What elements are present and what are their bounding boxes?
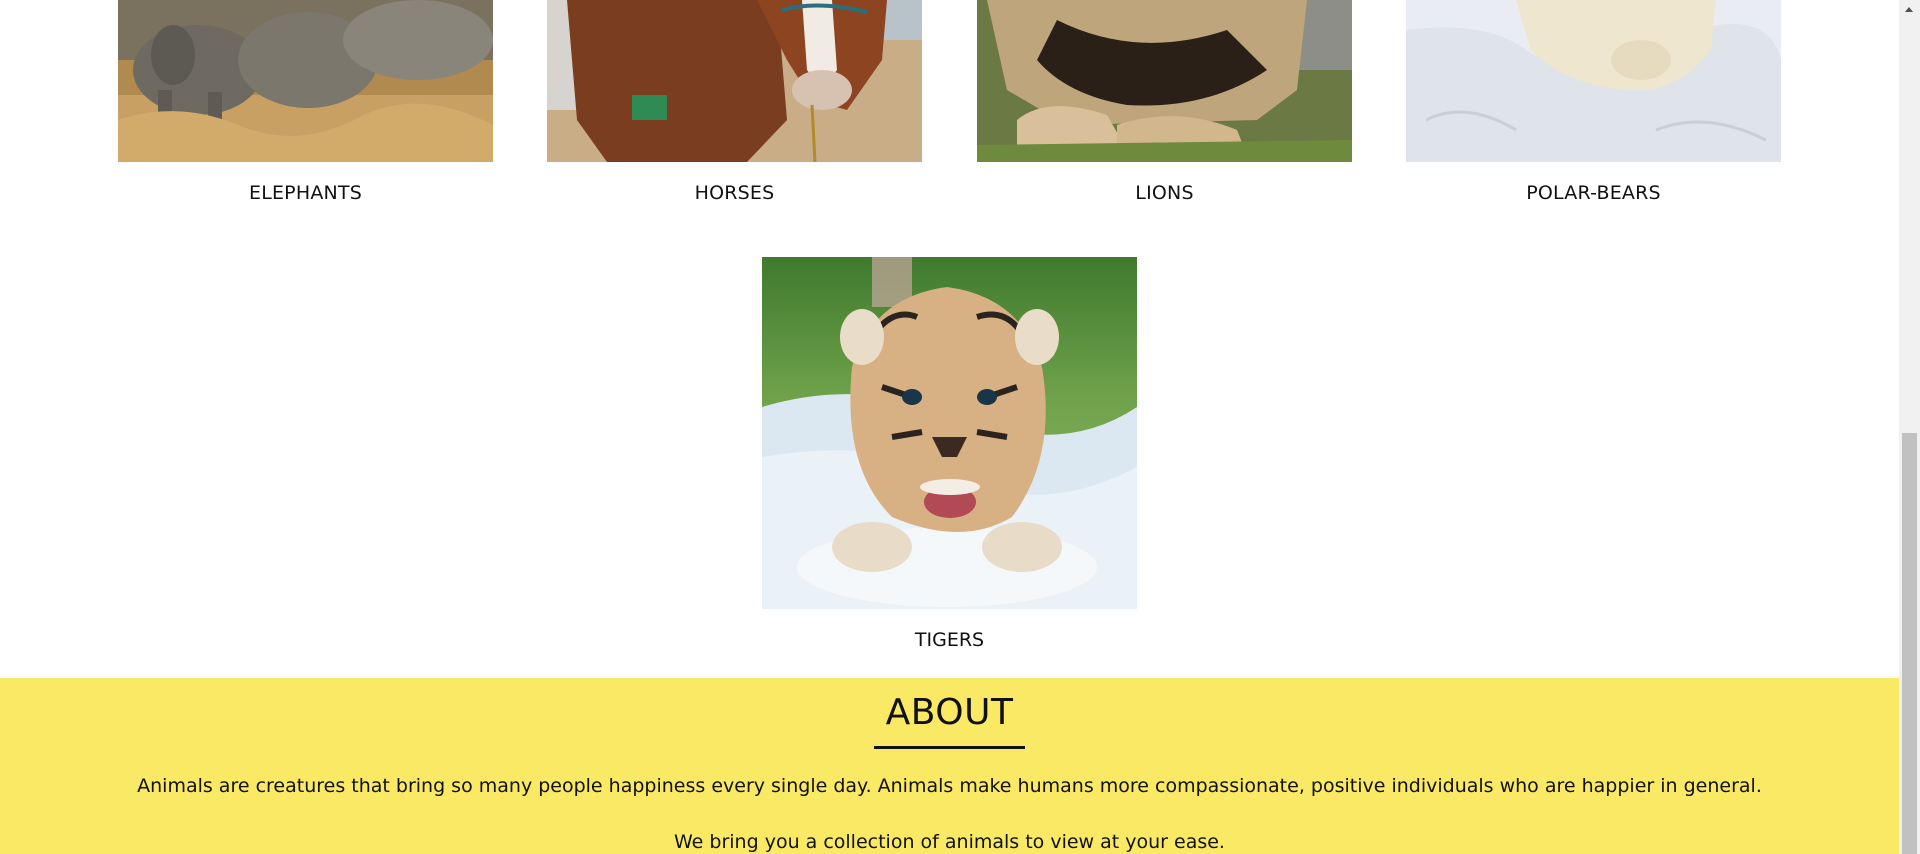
about-paragraph-2: We bring you a collection of animals to …	[674, 831, 1225, 853]
horse-photo[interactable]	[547, 0, 922, 162]
animal-label-lions[interactable]: LIONS	[977, 182, 1352, 204]
animal-label-tigers[interactable]: TIGERS	[762, 629, 1137, 651]
about-paragraph-1: Animals are creatures that bring so many…	[137, 775, 1762, 797]
animal-label-polar-bears[interactable]: POLAR-BEARS	[1406, 182, 1781, 204]
about-section: ABOUT Animals are creatures that bring s…	[0, 678, 1899, 854]
animal-card-tigers[interactable]: TIGERS	[762, 257, 1137, 651]
animal-card-polar-bears[interactable]: POLAR-BEARS	[1406, 0, 1781, 204]
animal-label-elephants[interactable]: ELEPHANTS	[118, 182, 493, 204]
about-title: ABOUT	[885, 692, 1014, 733]
animal-card-lions[interactable]: LIONS	[977, 0, 1352, 204]
animal-card-elephants[interactable]: ELEPHANTS	[118, 0, 493, 204]
animal-card-horses[interactable]: HORSES	[547, 0, 922, 204]
animal-label-horses[interactable]: HORSES	[547, 182, 922, 204]
about-title-underline	[874, 746, 1025, 749]
elephants-photo[interactable]	[118, 0, 493, 162]
vertical-scrollbar[interactable]	[1899, 0, 1920, 854]
scrollbar-thumb[interactable]	[1902, 433, 1917, 854]
polar-bear-photo[interactable]	[1406, 0, 1781, 162]
lion-photo[interactable]	[977, 0, 1352, 162]
page: ELEPHANTS HORSES LIONS POLAR-BEARS TIGER…	[0, 0, 1899, 854]
scroll-up-arrow-icon[interactable]	[1905, 7, 1913, 12]
tiger-cub-photo[interactable]	[762, 257, 1137, 609]
